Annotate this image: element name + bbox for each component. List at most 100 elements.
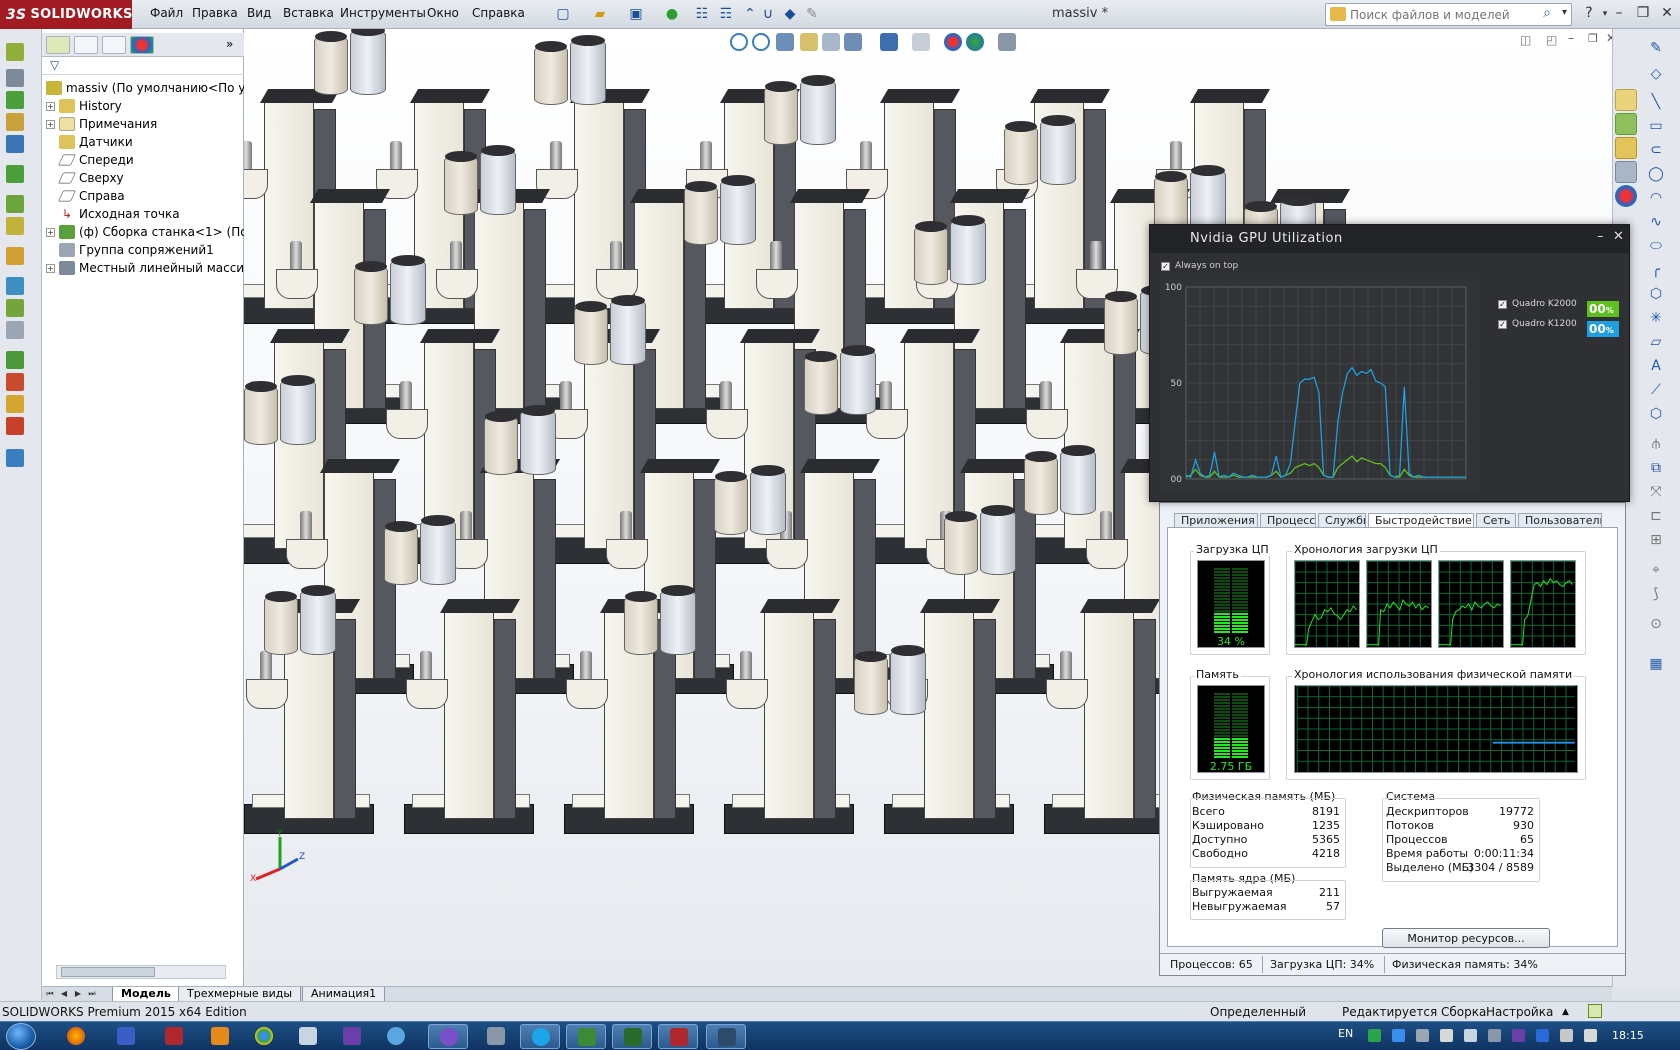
chevron-down-icon[interactable]: ▾: [1562, 7, 1567, 18]
checkbox-checked-icon[interactable]: ✓: [1498, 319, 1507, 329]
cnc-machine-model[interactable]: [394, 589, 534, 849]
magnet-icon[interactable]: ∪: [758, 4, 778, 24]
assembly-features-icon[interactable]: [6, 247, 24, 265]
volume-tray-icon[interactable]: [1464, 1029, 1477, 1042]
instant3d-icon[interactable]: [6, 449, 24, 467]
move-entities-icon[interactable]: ⤧: [1647, 483, 1665, 501]
tab-users[interactable]: Пользователи: [1518, 513, 1602, 527]
stepper-motor-model[interactable]: [244, 375, 318, 451]
clock[interactable]: 18:15: [1612, 1029, 1644, 1042]
sketch-icon[interactable]: ✎: [802, 4, 822, 24]
polygon-icon[interactable]: ⬡: [1647, 285, 1665, 303]
gpu-legend-item[interactable]: ✓ Quadro K2000: [1498, 299, 1577, 309]
menu-edit[interactable]: Правка: [190, 6, 240, 20]
quick-snaps-icon[interactable]: ⌖: [1647, 561, 1665, 579]
last-tab-icon[interactable]: ⏭: [86, 988, 98, 1000]
stepper-motor-model[interactable]: [714, 465, 788, 541]
stepper-motor-model[interactable]: [314, 29, 388, 101]
stepper-motor-model[interactable]: [574, 295, 648, 371]
menu-window[interactable]: Окно: [425, 6, 461, 20]
trim-icon[interactable]: ⟋: [1647, 381, 1665, 399]
restore-icon[interactable]: ❐: [1632, 5, 1654, 21]
search-box[interactable]: ⌕ ▾: [1325, 3, 1572, 26]
tree-item-mates[interactable]: Группа сопряжений1: [46, 241, 214, 259]
language-indicator[interactable]: EN: [1338, 1027, 1353, 1040]
design-library-icon[interactable]: [1615, 113, 1637, 135]
tray-icon[interactable]: [1560, 1029, 1573, 1042]
taskbar-solidworks-2015-b[interactable]: [658, 1024, 698, 1049]
tab-processes[interactable]: Процессы: [1260, 513, 1316, 527]
cnc-machine-model[interactable]: [1034, 589, 1174, 849]
taskbar-solidworks-2015-a[interactable]: [154, 1024, 194, 1049]
taskbar-app-2[interactable]: [106, 1024, 146, 1049]
gpu-utilization-window[interactable]: Nvidia GPU Utilization – ✕ ✓ Always on t…: [1149, 224, 1630, 502]
exploded-view-icon[interactable]: [6, 351, 24, 369]
tray-icon[interactable]: [1536, 1029, 1549, 1042]
reference-geometry-icon[interactable]: [6, 277, 24, 295]
diamond-icon[interactable]: ◆: [780, 4, 800, 24]
previous-view-icon[interactable]: [776, 33, 794, 51]
edit-appearance-icon[interactable]: [944, 33, 962, 51]
tree-item-subassembly[interactable]: + (ф) Сборка станка<1> (По ум: [46, 223, 268, 241]
menu-help[interactable]: Справка: [470, 6, 527, 20]
tree-item-right-plane[interactable]: Справа: [46, 187, 125, 205]
expand-icon[interactable]: +: [46, 263, 55, 273]
section-view-icon[interactable]: [800, 33, 818, 51]
tray-icon[interactable]: [1416, 1029, 1429, 1042]
stepper-motor-model[interactable]: [484, 405, 558, 481]
taskbar-app-8[interactable]: [376, 1024, 416, 1049]
stepper-motor-model[interactable]: [444, 145, 518, 221]
start-button[interactable]: [6, 1023, 36, 1050]
display-relations-icon[interactable]: ⊏: [1647, 507, 1665, 525]
bill-of-materials-icon[interactable]: [6, 321, 24, 339]
stepper-motor-model[interactable]: [384, 515, 458, 591]
gpu-close-icon[interactable]: ✕: [1613, 229, 1624, 244]
scrollbar-thumb[interactable]: [61, 967, 155, 977]
prev-tab-icon[interactable]: ◀: [58, 988, 70, 1000]
paperclip-icon[interactable]: [6, 69, 24, 87]
tree-item-sensors[interactable]: Датчики: [46, 133, 133, 151]
file-explorer-icon[interactable]: [1615, 137, 1637, 159]
taskbar-viber[interactable]: [428, 1024, 468, 1049]
taskbar-skype[interactable]: [520, 1024, 560, 1049]
rectangle-icon[interactable]: ▭: [1647, 117, 1665, 135]
plane-icon[interactable]: ▱: [1647, 333, 1665, 351]
tree-filter[interactable]: ▽: [42, 57, 244, 75]
close-icon[interactable]: ✕: [1656, 5, 1678, 21]
viewport-minimize-icon[interactable]: –: [1568, 31, 1574, 45]
stepper-motor-model[interactable]: [914, 215, 988, 291]
view-settings-icon[interactable]: [998, 33, 1016, 51]
stepper-motor-model[interactable]: [764, 75, 838, 151]
taskbar-app-12[interactable]: [566, 1024, 606, 1049]
menu-insert[interactable]: Вставка: [281, 6, 336, 20]
tab-network[interactable]: Сеть: [1476, 513, 1516, 527]
open-folder-icon[interactable]: ▰: [590, 4, 610, 24]
configuration-manager-tab-icon[interactable]: [102, 36, 126, 54]
tab-animation[interactable]: Анимация1: [302, 987, 386, 1002]
show-hidden-icon[interactable]: [6, 217, 24, 235]
rapid-sketch-icon[interactable]: ⟆: [1647, 585, 1665, 603]
minimize-icon[interactable]: –: [1608, 5, 1630, 21]
hide-show-items-icon[interactable]: [912, 33, 930, 51]
file-properties-icon[interactable]: ☶: [716, 4, 736, 24]
taskbar-app-6[interactable]: [288, 1024, 328, 1049]
insert-component-icon[interactable]: [6, 91, 24, 109]
select-icon[interactable]: ⌃: [740, 4, 760, 24]
tree-horizontal-scrollbar[interactable]: [56, 965, 226, 979]
stepper-motor-model[interactable]: [264, 585, 338, 661]
shaded-sketch-icon[interactable]: ▦: [1647, 655, 1665, 673]
text-icon[interactable]: A: [1647, 357, 1665, 375]
checkbox-checked-icon[interactable]: ✓: [1161, 261, 1170, 271]
spline-icon[interactable]: ∿: [1647, 213, 1665, 231]
move-component-icon[interactable]: [6, 195, 24, 213]
interference-detection-icon[interactable]: [6, 373, 24, 391]
zoom-to-area-icon[interactable]: [752, 33, 770, 51]
fillet-icon[interactable]: ╭: [1647, 261, 1665, 279]
next-tab-icon[interactable]: ▶: [72, 988, 84, 1000]
resource-monitor-button[interactable]: Монитор ресурсов...: [1382, 928, 1550, 948]
telegram-tray-icon[interactable]: [1392, 1029, 1405, 1042]
status-setting[interactable]: Настройка: [1486, 1005, 1553, 1019]
expand-icon[interactable]: +: [46, 227, 55, 237]
tree-item-linear-pattern[interactable]: + Местный линейный массив1: [46, 259, 259, 277]
stepper-motor-model[interactable]: [1004, 115, 1078, 191]
